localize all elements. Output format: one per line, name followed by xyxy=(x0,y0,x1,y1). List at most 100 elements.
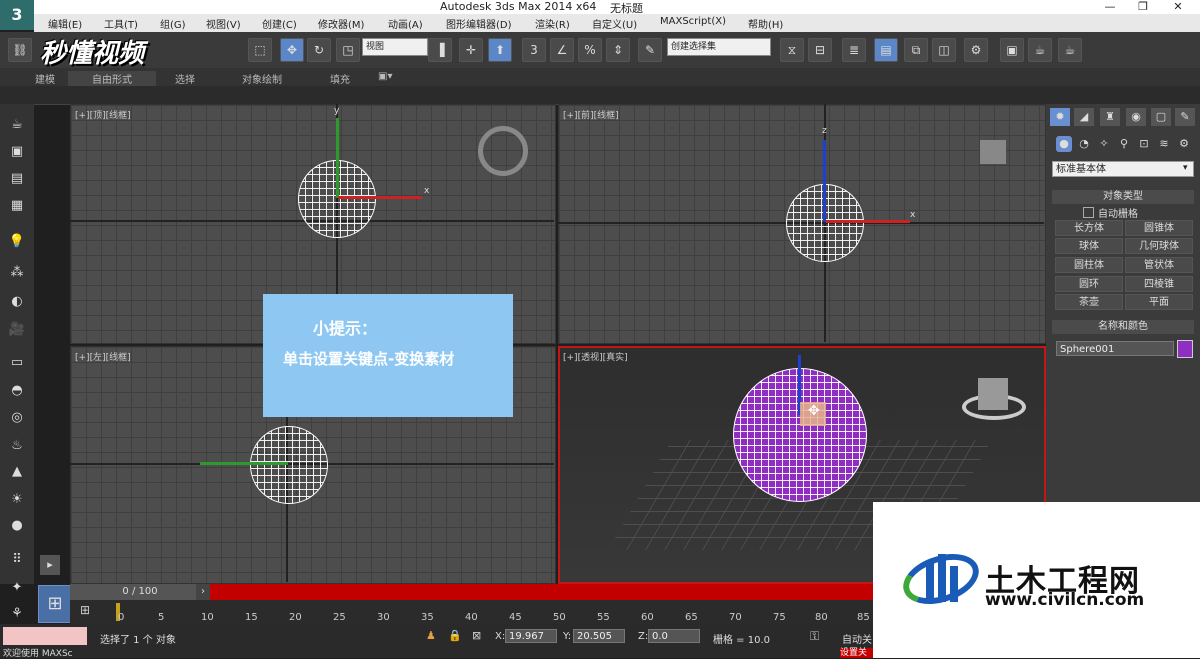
menu-help[interactable]: 帮助(H) xyxy=(748,16,783,31)
key-icon[interactable]: ⚿ xyxy=(810,629,819,644)
pyramid-button[interactable]: 四棱锥 xyxy=(1125,276,1193,292)
maxscript-listener[interactable] xyxy=(3,627,87,645)
viewport-top-label[interactable]: [+][顶][线框] xyxy=(75,108,131,121)
gizmo-x-axis-front[interactable] xyxy=(826,220,910,223)
light-icon[interactable]: 💡 xyxy=(7,232,27,252)
viewport-layout-icon[interactable]: ⊞ xyxy=(38,585,72,623)
minimize-button[interactable]: — xyxy=(1095,0,1125,13)
ribbon-options-icon[interactable]: ▣▾ xyxy=(378,71,392,82)
hierarchy-icon[interactable]: ⚘ xyxy=(7,604,27,624)
torus-button[interactable]: 圆环 xyxy=(1055,276,1123,292)
cone-button[interactable]: 圆锥体 xyxy=(1125,220,1193,236)
teapot-icon[interactable]: ☕ xyxy=(7,115,27,135)
gizmo-z-axis[interactable] xyxy=(823,140,826,222)
menu-group[interactable]: 组(G) xyxy=(160,16,186,31)
menu-tools[interactable]: 工具(T) xyxy=(104,16,138,31)
sphere-wireframe-left[interactable] xyxy=(250,426,328,504)
list-icon[interactable]: ▤ xyxy=(7,169,27,189)
schematic-view-icon[interactable]: ⧉ xyxy=(904,38,928,62)
reference-coordinate-select[interactable]: 视图 xyxy=(362,38,428,56)
align-icon[interactable]: ⊟ xyxy=(808,38,832,62)
pivot-icon[interactable]: ▐ xyxy=(428,38,452,62)
lock-icon[interactable]: 🔒 xyxy=(448,629,462,642)
viewport-left-label[interactable]: [+][左][线框] xyxy=(75,350,131,363)
motion-tab-icon[interactable]: ◉ xyxy=(1126,108,1146,126)
spinner-snap-icon[interactable]: ⇕ xyxy=(606,38,630,62)
shapes-icon[interactable]: ◔ xyxy=(1076,136,1092,152)
menu-view[interactable]: 视图(V) xyxy=(206,16,241,31)
plane-button[interactable]: 平面 xyxy=(1125,294,1193,310)
create-tab-icon[interactable]: ✹ xyxy=(1050,108,1070,126)
hierarchy-tab-icon[interactable]: ♜ xyxy=(1100,108,1120,126)
particle-icon[interactable]: ⁂ xyxy=(7,263,27,283)
rotate-icon[interactable]: ↻ xyxy=(307,38,331,62)
menu-modifiers[interactable]: 修改器(M) xyxy=(318,16,364,31)
autokey-button[interactable]: 自动关 xyxy=(842,631,872,646)
time-slider[interactable]: 0 / 100 xyxy=(70,584,210,600)
gizmo-y-axis-left[interactable] xyxy=(200,462,288,465)
gizmo-x-axis[interactable] xyxy=(338,196,422,199)
scale-icon[interactable]: ◳ xyxy=(336,38,360,62)
close-button[interactable]: ✕ xyxy=(1163,0,1193,13)
gizmo-y-axis[interactable] xyxy=(336,118,339,198)
sphere-shade-icon[interactable]: ◐ xyxy=(7,292,27,312)
curve-editor-icon[interactable]: ▤ xyxy=(874,38,898,62)
absolute-mode-icon[interactable]: ⊠ xyxy=(472,629,481,642)
grid-panel-icon[interactable]: ▦ xyxy=(7,196,27,216)
render-production-icon[interactable]: ☕ xyxy=(1058,38,1082,62)
modify-tab-icon[interactable]: ◢ xyxy=(1074,108,1094,126)
torus-icon[interactable]: ◎ xyxy=(7,408,27,428)
camera-icon[interactable]: 🎥 xyxy=(7,320,27,340)
cameras-icon[interactable]: ⚲ xyxy=(1116,136,1132,152)
object-name-field[interactable]: Sphere001 xyxy=(1056,341,1174,356)
sphere-icon[interactable]: ● xyxy=(7,516,27,536)
app-menu-button[interactable]: 3 xyxy=(0,0,34,30)
teapot-small-icon[interactable]: ♨ xyxy=(7,436,27,456)
ribbon-tab-selection[interactable]: 选择 xyxy=(175,71,195,86)
named-selection-set[interactable]: 创建选择集 xyxy=(667,38,771,56)
render-frame-icon[interactable]: ▣ xyxy=(1000,38,1024,62)
menu-graph-editors[interactable]: 图形编辑器(D) xyxy=(446,16,512,31)
teapot-button[interactable]: 茶壶 xyxy=(1055,294,1123,310)
isolate-icon[interactable]: ♟ xyxy=(426,629,436,642)
sphere-button[interactable]: 球体 xyxy=(1055,238,1123,254)
menu-animation[interactable]: 动画(A) xyxy=(388,16,423,31)
layer-icon[interactable]: ≣ xyxy=(842,38,866,62)
cylinder-button[interactable]: 圆柱体 xyxy=(1055,257,1123,273)
setkey-button[interactable]: 设置关 xyxy=(840,648,874,658)
ribbon-tab-object-paint[interactable]: 对象绘制 xyxy=(242,71,282,86)
menu-customize[interactable]: 自定义(U) xyxy=(592,16,637,31)
systems-icon[interactable]: ⚙ xyxy=(1176,136,1192,152)
render-window-icon[interactable]: ▣ xyxy=(7,142,27,162)
ribbon-tab-populate[interactable]: 填充 xyxy=(330,71,350,86)
paint-icon[interactable]: ✦ xyxy=(7,578,27,598)
expand-arrow-icon[interactable]: ▸ xyxy=(40,555,60,575)
edit-named-selection-icon[interactable]: ✎ xyxy=(638,38,662,62)
object-color-swatch[interactable] xyxy=(1177,340,1193,358)
tube-button[interactable]: 管状体 xyxy=(1125,257,1193,273)
helpers-icon[interactable]: ⊡ xyxy=(1136,136,1152,152)
geosphere-button[interactable]: 几何球体 xyxy=(1125,238,1193,254)
select-region-icon[interactable]: ⬚ xyxy=(248,38,272,62)
angle-snap-icon[interactable]: ∠ xyxy=(550,38,574,62)
utilities-tab-icon[interactable]: ✎ xyxy=(1175,108,1195,126)
keyboard-shortcut-icon[interactable]: ⬆ xyxy=(488,38,512,62)
x-coordinate-field[interactable]: 19.967 xyxy=(505,629,557,643)
box-button[interactable]: 长方体 xyxy=(1055,220,1123,236)
viewport-perspective-label[interactable]: [+][透视][真实] xyxy=(563,350,628,363)
material-editor-icon[interactable]: ◫ xyxy=(932,38,956,62)
link-icon[interactable]: ⛓ xyxy=(8,38,32,62)
move-icon[interactable]: ✥ xyxy=(280,38,304,62)
ribbon-tab-freeform[interactable]: 自由形式 xyxy=(68,71,156,86)
viewcube-front-icon[interactable] xyxy=(980,140,1006,164)
y-coordinate-field[interactable]: 20.505 xyxy=(573,629,625,643)
autogrid-checkbox[interactable] xyxy=(1083,207,1094,218)
select-manipulate-icon[interactable]: ✛ xyxy=(459,38,483,62)
z-coordinate-field[interactable]: 0.0 xyxy=(648,629,700,643)
dots-icon[interactable]: ⠿ xyxy=(7,550,27,570)
render-setup-icon[interactable]: ⚙ xyxy=(964,38,988,62)
snap-toggle-icon[interactable]: 3 xyxy=(522,38,546,62)
rollout-name-color[interactable]: 名称和颜色 xyxy=(1052,320,1194,334)
menu-rendering[interactable]: 渲染(R) xyxy=(535,16,570,31)
menu-maxscript[interactable]: MAXScript(X) xyxy=(660,16,726,27)
